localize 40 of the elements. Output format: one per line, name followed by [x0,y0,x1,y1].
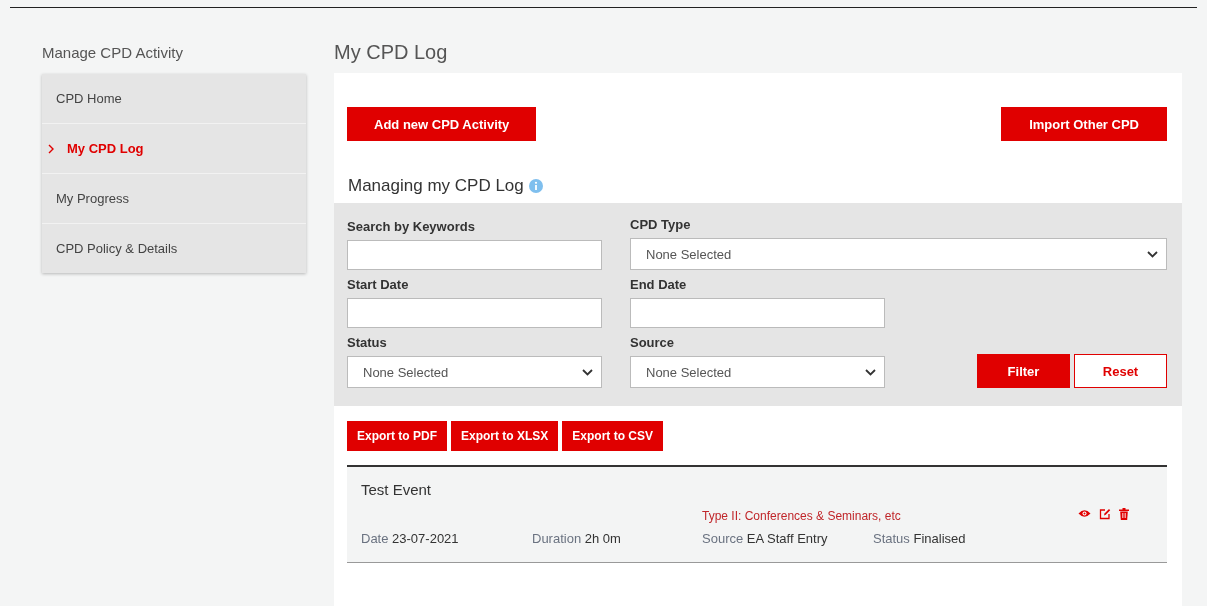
caret-icon [865,368,876,376]
export-button[interactable]: Export to PDF [347,421,447,451]
field-label: Status [347,335,388,352]
export-button[interactable]: Export to CSV [562,421,663,451]
chevron-icon [48,143,54,154]
edit-icon[interactable] [1099,507,1111,520]
keyword-field[interactable] [347,240,602,270]
info-icon [528,179,543,193]
caret-icon [582,368,593,376]
sidebar-item[interactable]: My CPD Log [42,124,306,174]
entry-detail: Source EA Staff Entry [702,531,829,546]
field-label: End Date [630,277,688,294]
end-date-field[interactable] [630,298,885,328]
eye-icon[interactable] [1078,509,1091,518]
reset-button[interactable]: Reset [1074,354,1167,388]
entry-type: Type II: Conferences & Seminars, etc [701,508,902,523]
field-label: CPD Type [630,217,692,234]
field-label: Source [630,335,676,352]
section-title: Managing my CPD Log [348,176,524,196]
sidebar-item[interactable]: My Progress [42,174,306,224]
field-label: Start Date [347,277,410,294]
export-button[interactable]: Export to XLSX [451,421,559,451]
entry-detail: Duration 2h 0m [532,531,622,546]
start-date-field[interactable] [347,298,602,328]
import-button[interactable]: Import Other CPD [1001,107,1167,141]
page-title: My CPD Log [334,40,449,65]
filter-button[interactable]: Filter [977,354,1070,388]
sidebar-item[interactable]: CPD Policy & Details [42,224,306,273]
trash-icon[interactable] [1119,507,1129,520]
cpd-type-select[interactable]: None Selected [630,238,1167,270]
status-select[interactable]: None Selected [347,356,602,388]
entry-detail: Status Finalised [873,531,966,546]
sidebar-item[interactable]: CPD Home [42,74,306,124]
source-select[interactable]: None Selected [630,356,885,388]
field-label: Search by Keywords [347,219,476,236]
entry-title: Test Event [361,481,433,498]
entry-detail: Date 23-07-2021 [361,531,460,546]
caret-icon [1147,250,1158,258]
add-activity-button[interactable]: Add new CPD Activity [347,107,537,141]
sidebar-heading: Manage CPD Activity [42,44,184,63]
